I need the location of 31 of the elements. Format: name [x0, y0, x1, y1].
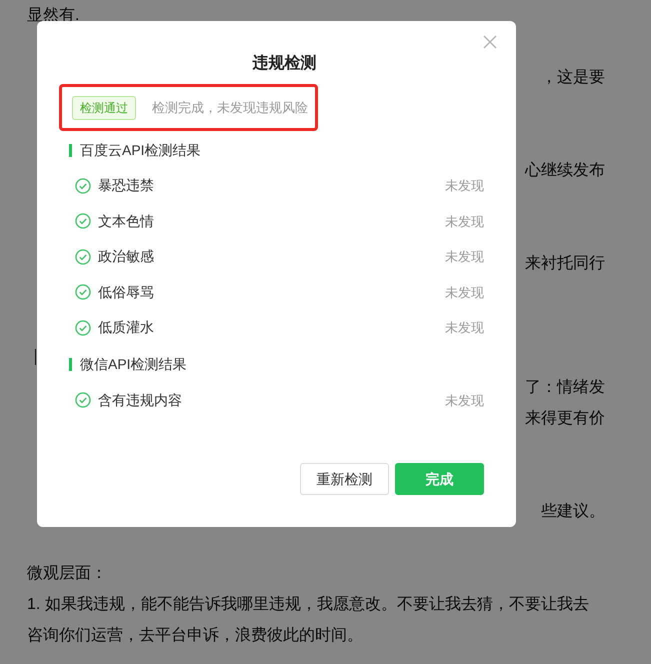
paragraph-text: 些建议。 — [541, 502, 605, 522]
check-result: 未发现 — [445, 392, 484, 410]
dialog-title: 违规检测 — [252, 54, 318, 74]
paragraph-text: 微观层面： — [27, 564, 107, 584]
paragraph-text: 咨询你们运营，去平台申诉，浪费彼此的时间。 — [27, 626, 363, 646]
check-label: 政治敏感 — [98, 247, 154, 266]
check-label: 文本色情 — [98, 212, 154, 231]
recheck-button[interactable]: 重新检测 — [300, 463, 389, 495]
check-result: 未发现 — [445, 248, 484, 266]
status-badge: 检测通过 — [72, 96, 136, 120]
section-bar — [69, 144, 72, 156]
paragraph-text: 1. 如果我违规，能不能告诉我哪里违规，我愿意改。不要让我去猜，不要让我去 — [27, 594, 589, 614]
paragraph-text: 来得更有价 — [525, 408, 605, 428]
check-label: 低质灌水 — [98, 318, 154, 338]
close-icon[interactable] — [482, 34, 498, 50]
section-heading: 微信API检测结果 — [80, 355, 187, 374]
check-result: 未发现 — [445, 212, 484, 230]
section-bar — [69, 358, 72, 371]
section-heading: 百度云API检测结果 — [80, 140, 201, 160]
check-label: 低俗辱骂 — [98, 282, 154, 302]
text-cursor — [35, 348, 36, 364]
paragraph-text: 心继续发布 — [525, 160, 605, 180]
check-result: 未发现 — [445, 177, 484, 195]
check-label: 暴恐违禁 — [98, 176, 154, 196]
check-result: 未发现 — [445, 319, 484, 337]
paragraph-text: 来衬托同行 — [525, 254, 605, 274]
status-message: 检测完成，未发现违规风险 — [152, 98, 308, 117]
paragraph-text: 了：情绪发 — [525, 378, 605, 398]
paragraph-text: ，这是要 — [541, 68, 605, 88]
check-label: 含有违规内容 — [98, 390, 182, 410]
check-result: 未发现 — [445, 284, 484, 302]
